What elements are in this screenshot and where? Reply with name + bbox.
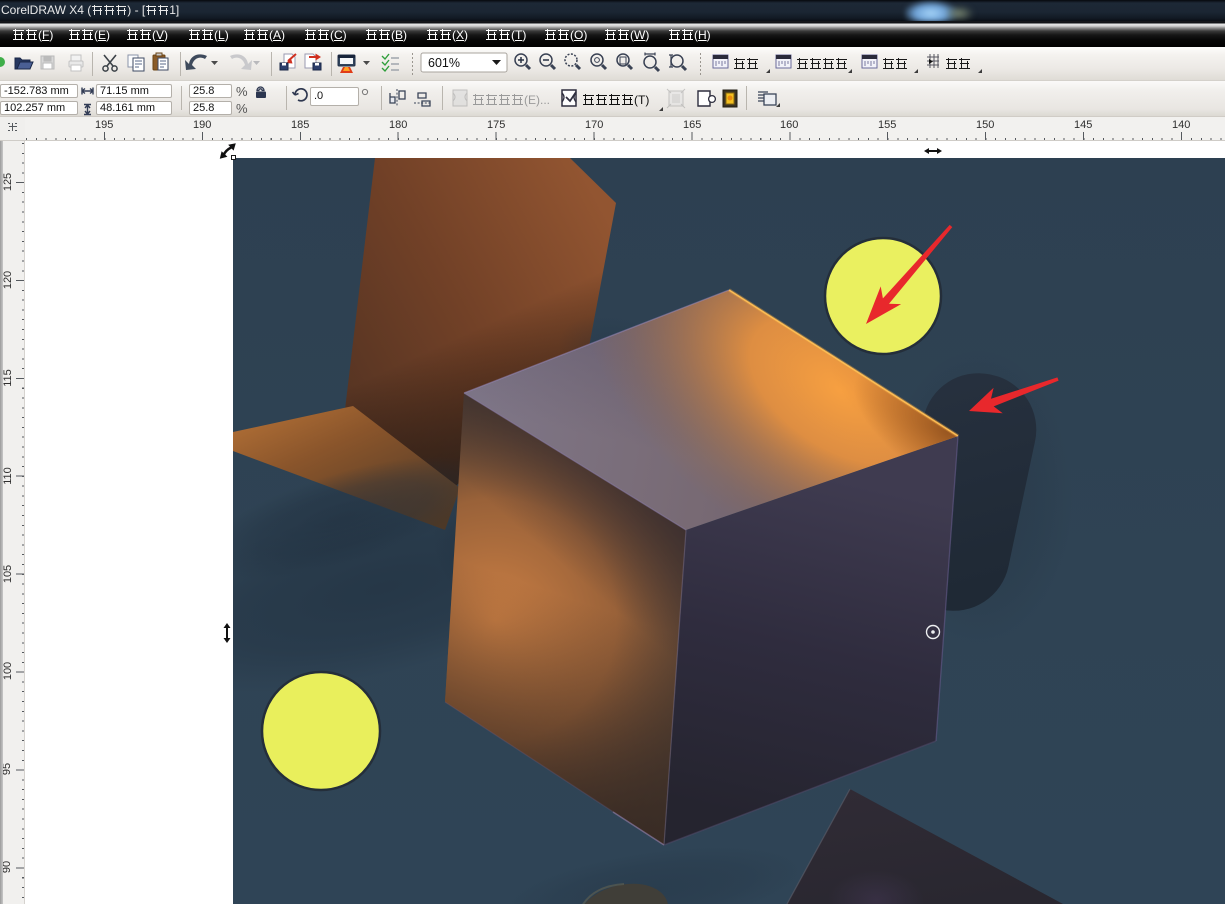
svg-text:601%: 601%: [428, 56, 460, 70]
